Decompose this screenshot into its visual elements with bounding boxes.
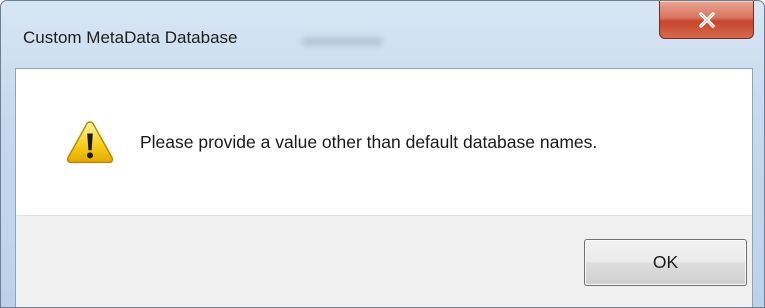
message-dialog: Custom MetaData Database Please provide … <box>0 0 765 308</box>
title-bar[interactable]: Custom MetaData Database <box>1 1 764 59</box>
blurred-title-region <box>301 37 383 46</box>
button-bar: OK <box>16 215 752 307</box>
window-title: Custom MetaData Database <box>23 28 238 47</box>
close-icon <box>699 12 715 28</box>
close-button[interactable] <box>659 1 754 39</box>
ok-button[interactable]: OK <box>584 239 747 286</box>
message-text: Please provide a value other than defaul… <box>140 132 598 152</box>
message-area: Please provide a value other than defaul… <box>16 69 752 215</box>
dialog-client-area: Please provide a value other than defaul… <box>15 68 753 307</box>
warning-icon <box>66 121 114 164</box>
